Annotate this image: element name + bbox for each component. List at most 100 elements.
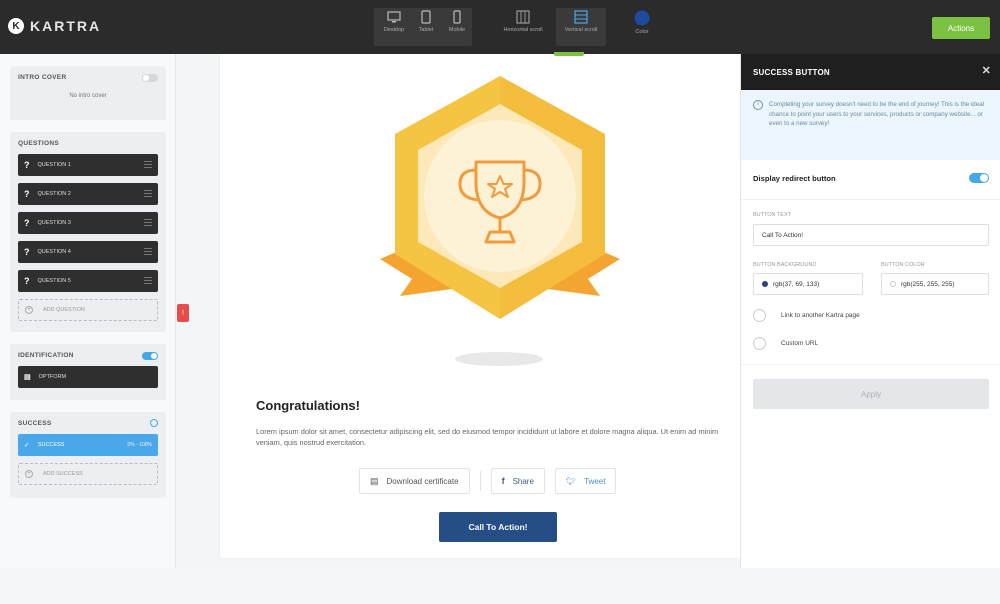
info-icon: i	[753, 100, 763, 110]
drag-handle-icon[interactable]	[144, 219, 152, 227]
success-title: SUCCESS	[18, 420, 52, 427]
optform-item[interactable]: ▤ OPTFORM	[18, 366, 158, 388]
question-mark-icon: ?	[24, 189, 30, 199]
desktop-icon	[387, 11, 401, 23]
question-mark-icon: ?	[24, 218, 30, 228]
question-label: QUESTION 5	[37, 278, 71, 284]
button-background-label: BUTTON BACKGROUND	[753, 262, 817, 268]
success-settings-icon[interactable]	[150, 419, 158, 427]
close-icon[interactable]: ✕	[982, 64, 991, 77]
question-item-1[interactable]: ? QUESTION 1	[18, 154, 158, 176]
horizontal-scroll-label: Horizontal scroll	[503, 27, 543, 33]
share-divider	[479, 471, 481, 491]
call-to-action-button[interactable]: Call To Action!	[439, 512, 557, 542]
kartra-logo-mark: K	[8, 18, 24, 34]
tweet-label: Tweet	[584, 476, 606, 486]
tablet-label: Tablet	[418, 27, 434, 33]
intro-cover-empty-text: No intro cover	[69, 93, 107, 99]
trophy-badge-icon	[380, 76, 620, 319]
success-body-text: Lorem ipsum dolor sit amet, consectetur …	[256, 427, 719, 447]
add-success-label: ADD SUCCESS	[43, 471, 83, 477]
panel-header: SUCCESS BUTTON ✕	[741, 54, 1000, 90]
info-banner: i Completing your survey doesn't need to…	[741, 90, 1000, 160]
color-swatch-icon	[634, 10, 650, 26]
vertical-scroll-label: Vertical scroll	[564, 27, 598, 33]
button-background-input[interactable]: rgb(37, 69, 133)	[753, 273, 863, 295]
success-page-canvas: Congratulations! Lorem ipsum dolor sit a…	[220, 52, 740, 558]
color-picker-button[interactable]: Color	[622, 10, 662, 44]
mobile-label: Mobile	[448, 27, 466, 33]
identification-title: IDENTIFICATION	[18, 352, 74, 359]
bottom-strip	[0, 568, 1000, 604]
intro-cover-title: INTRO COVER	[18, 74, 67, 81]
color-label: Color	[635, 29, 649, 35]
collapse-sidebar-tab[interactable]: !	[177, 304, 189, 322]
custom-url-radio[interactable]	[753, 337, 766, 350]
kartra-logo-text: KARTRA	[30, 18, 102, 34]
kartra-page-radio[interactable]	[753, 309, 766, 322]
vertical-scroll-icon	[574, 10, 588, 24]
drag-handle-icon[interactable]	[144, 277, 152, 285]
intro-cover-panel: INTRO COVER No intro cover	[10, 66, 166, 120]
button-text-input[interactable]: Call To Action!	[753, 224, 989, 246]
question-label: QUESTION 2	[37, 191, 71, 197]
divider	[741, 364, 1000, 365]
left-sidebar: INTRO COVER No intro cover QUESTIONS ? Q…	[0, 54, 176, 568]
questions-panel: QUESTIONS ? QUESTION 1 ? QUESTION 2 ? QU…	[10, 132, 166, 332]
actions-button[interactable]: Actions	[932, 17, 990, 39]
button-color-value: rgb(255, 255, 255)	[901, 280, 955, 288]
add-question-label: ADD QUESTION	[43, 307, 85, 313]
question-mark-icon: ?	[24, 247, 30, 257]
download-certificate-label: Download certificate	[386, 476, 459, 486]
color-swatch	[890, 281, 896, 287]
mobile-view-button[interactable]: Mobile	[437, 10, 477, 44]
success-button-panel: SUCCESS BUTTON ✕ i Completing your surve…	[740, 54, 1000, 568]
question-item-3[interactable]: ? QUESTION 3	[18, 212, 158, 234]
success-heading: Congratulations!	[256, 398, 360, 413]
question-mark-icon: ?	[24, 160, 30, 170]
display-redirect-toggle[interactable]	[969, 173, 989, 183]
button-background-value: rgb(37, 69, 133)	[773, 280, 820, 288]
canvas-top-indicator	[554, 52, 584, 56]
apply-button[interactable]: Apply	[753, 379, 989, 409]
question-item-2[interactable]: ? QUESTION 2	[18, 183, 158, 205]
success-item-label: SUCCESS	[37, 442, 65, 448]
twitter-icon: 🐦︎	[565, 476, 577, 486]
divider	[741, 199, 1000, 200]
success-item[interactable]: ✓ SUCCESS 0% - 100%	[18, 434, 158, 456]
drag-handle-icon[interactable]	[144, 190, 152, 198]
question-item-4[interactable]: ? QUESTION 4	[18, 241, 158, 263]
twitter-tweet-button[interactable]: 🐦︎ Tweet	[554, 468, 617, 494]
success-panel: SUCCESS ✓ SUCCESS 0% - 100% + ADD SUCCES…	[10, 412, 166, 498]
facebook-share-button[interactable]: f Share	[490, 468, 545, 494]
kartra-logo[interactable]: K KARTRA	[8, 18, 101, 34]
add-icon: +	[25, 306, 33, 314]
check-icon: ✓	[24, 442, 30, 449]
custom-url-option-label: Custom URL	[781, 340, 819, 347]
info-text: Completing your survey doesn't need to b…	[769, 101, 985, 127]
button-text-label: BUTTON TEXT	[753, 212, 791, 218]
form-icon: ▤	[24, 374, 31, 381]
display-redirect-label: Display redirect button	[753, 174, 836, 183]
add-success-button[interactable]: + ADD SUCCESS	[18, 463, 158, 485]
question-label: QUESTION 3	[37, 220, 71, 226]
identification-panel: IDENTIFICATION ▤ OPTFORM	[10, 344, 166, 400]
success-range: 0% - 100%	[127, 442, 152, 448]
facebook-icon: f	[501, 476, 505, 486]
tablet-icon	[421, 10, 431, 24]
horizontal-scroll-button[interactable]: Horizontal scroll	[500, 10, 546, 44]
add-question-button[interactable]: + ADD QUESTION	[18, 299, 158, 321]
drag-handle-icon[interactable]	[144, 248, 152, 256]
intro-cover-toggle[interactable]	[142, 74, 158, 82]
question-item-5[interactable]: ? QUESTION 5	[18, 270, 158, 292]
vertical-scroll-button[interactable]: Vertical scroll	[558, 10, 604, 44]
question-mark-icon: ?	[24, 276, 30, 286]
background-swatch	[762, 281, 768, 287]
question-label: QUESTION 4	[37, 249, 71, 255]
download-certificate-button[interactable]: ▤ Download certificate	[359, 468, 470, 494]
identification-toggle[interactable]	[142, 352, 158, 360]
horizontal-scroll-icon	[516, 10, 530, 24]
drag-handle-icon[interactable]	[144, 161, 152, 169]
document-icon: ▤	[370, 475, 379, 486]
button-color-input[interactable]: rgb(255, 255, 255)	[881, 273, 989, 295]
